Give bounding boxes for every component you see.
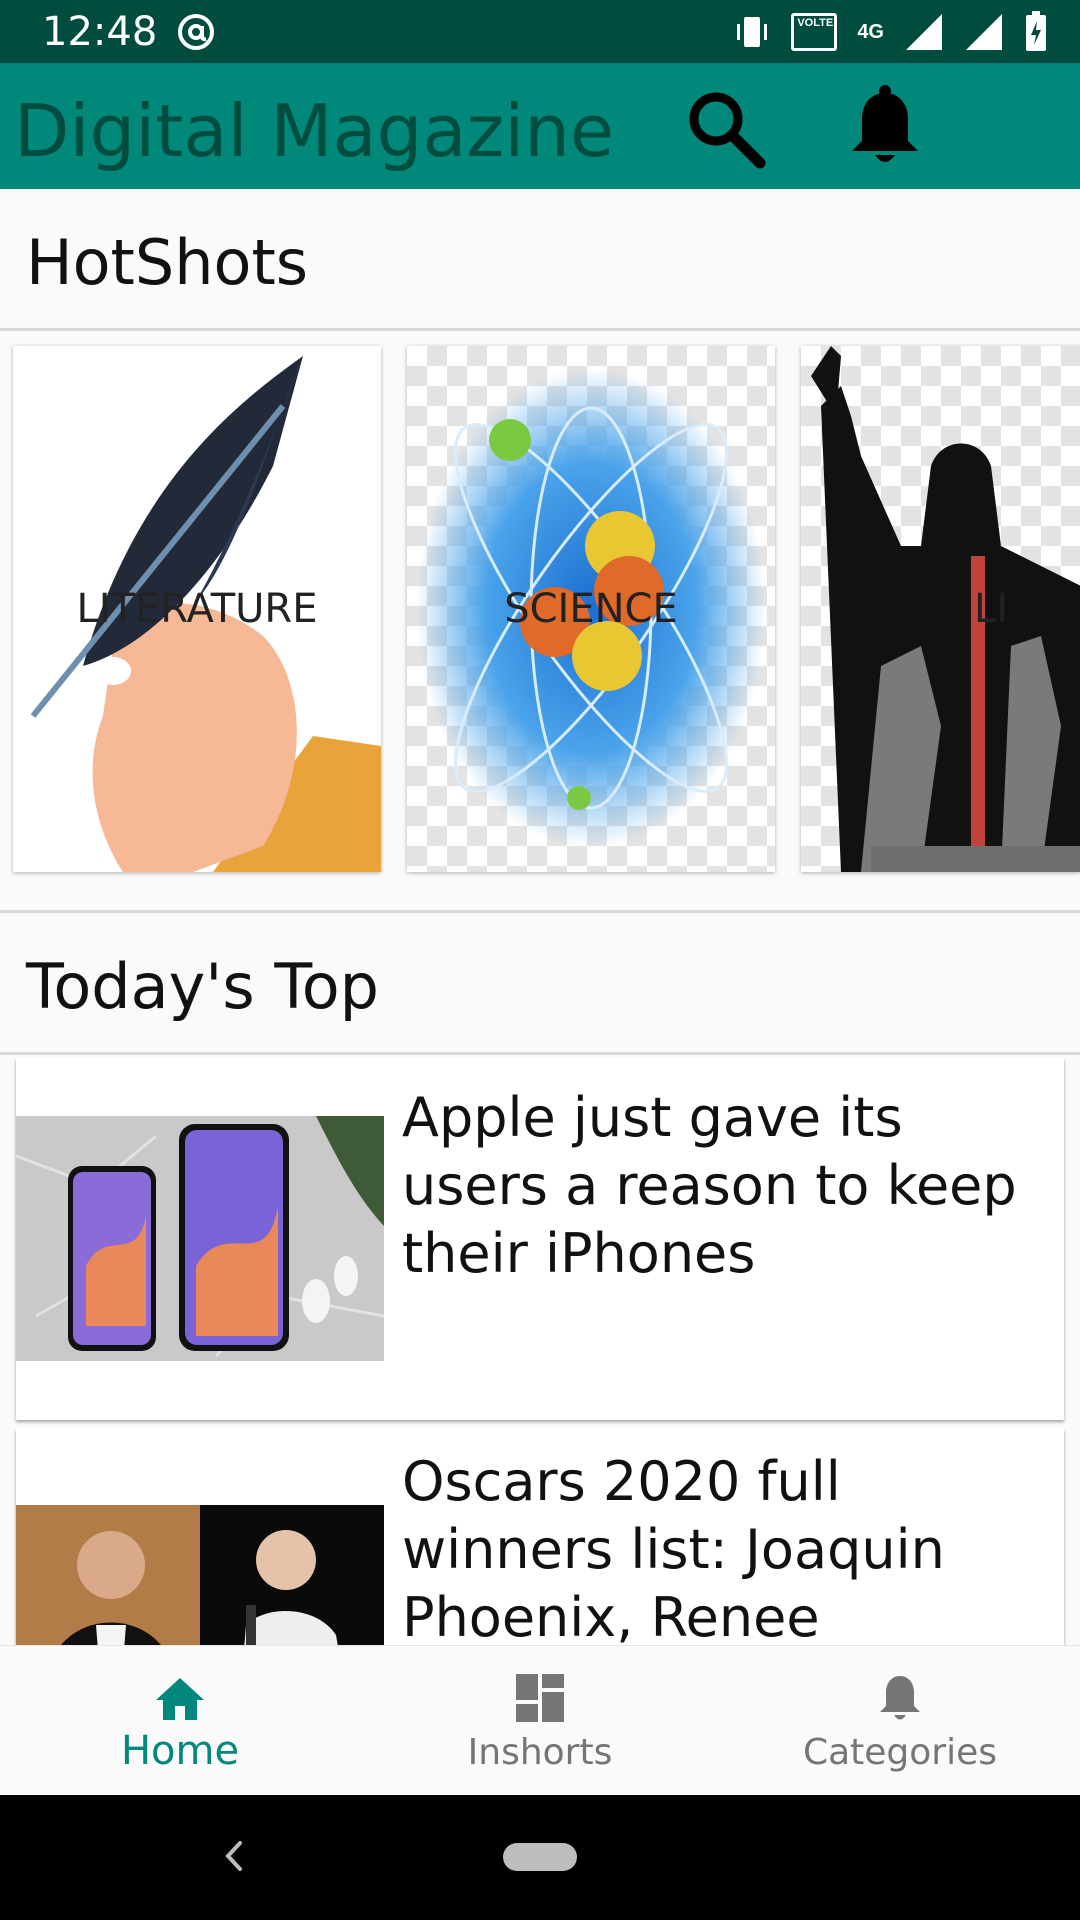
category-label: SCIENCE [504, 586, 678, 632]
dashboard-icon [516, 1674, 564, 1722]
home-icon [156, 1678, 204, 1720]
notification-bell-icon [852, 85, 918, 162]
nav-label: Categories [802, 1732, 998, 1773]
hotshot-card-literature[interactable]: LITERATURE [13, 346, 381, 872]
bottom-navigation: Home Inshorts Categories [0, 1645, 1080, 1795]
news-card[interactable]: Apple just gave its users a reason to ke… [16, 1058, 1064, 1420]
notifications-button[interactable] [840, 83, 930, 173]
nav-label: Home [120, 1728, 240, 1774]
politician-silhouette-illustration [811, 346, 1080, 872]
news-headline: Apple just gave its users a reason to ke… [402, 1086, 1017, 1285]
back-icon[interactable] [212, 1831, 252, 1881]
bell-icon [880, 1676, 920, 1720]
battery-charging-icon [1026, 11, 1046, 51]
nav-item-inshorts[interactable]: Inshorts [360, 1646, 720, 1796]
nav-item-home[interactable]: Home [0, 1646, 360, 1796]
hotshots-title: HotShots [26, 226, 309, 299]
hotshot-card-science[interactable]: SCIENCE [407, 346, 775, 872]
news-thumbnail [16, 1505, 384, 1668]
news-card[interactable]: Oscars 2020 full winners list: Joaquin P… [16, 1428, 1064, 1668]
status-bar: 12:48 VOLTE 4G [0, 0, 1080, 63]
nav-label: Inshorts [467, 1732, 613, 1773]
nav-item-categories[interactable]: Categories [720, 1646, 1080, 1796]
todays-top-title: Today's Top [26, 950, 379, 1023]
search-icon [689, 92, 766, 169]
news-headline: Oscars 2020 full winners list: Joaquin P… [402, 1450, 945, 1668]
network-type-label: 4G [857, 21, 884, 43]
signal-icon [906, 14, 942, 50]
home-gesture-pill[interactable] [503, 1843, 577, 1871]
status-time: 12:48 [42, 9, 158, 55]
signal-icon-2 [966, 14, 1002, 50]
app-title: Digital Magazine [14, 89, 615, 173]
app-bar: Digital Magazine [0, 63, 1080, 189]
category-label: LI [973, 586, 1009, 632]
volte-icon: VOLTE [791, 13, 838, 51]
divider [0, 910, 1080, 913]
news-thumbnail [16, 1116, 384, 1361]
divider [0, 1052, 1080, 1055]
vibrate-icon [737, 17, 768, 47]
hotshot-card-politics[interactable]: LI [801, 346, 1080, 872]
divider [0, 328, 1080, 331]
search-button[interactable] [680, 83, 770, 173]
category-label: LITERATURE [76, 586, 318, 632]
at-sign-icon [178, 14, 214, 50]
